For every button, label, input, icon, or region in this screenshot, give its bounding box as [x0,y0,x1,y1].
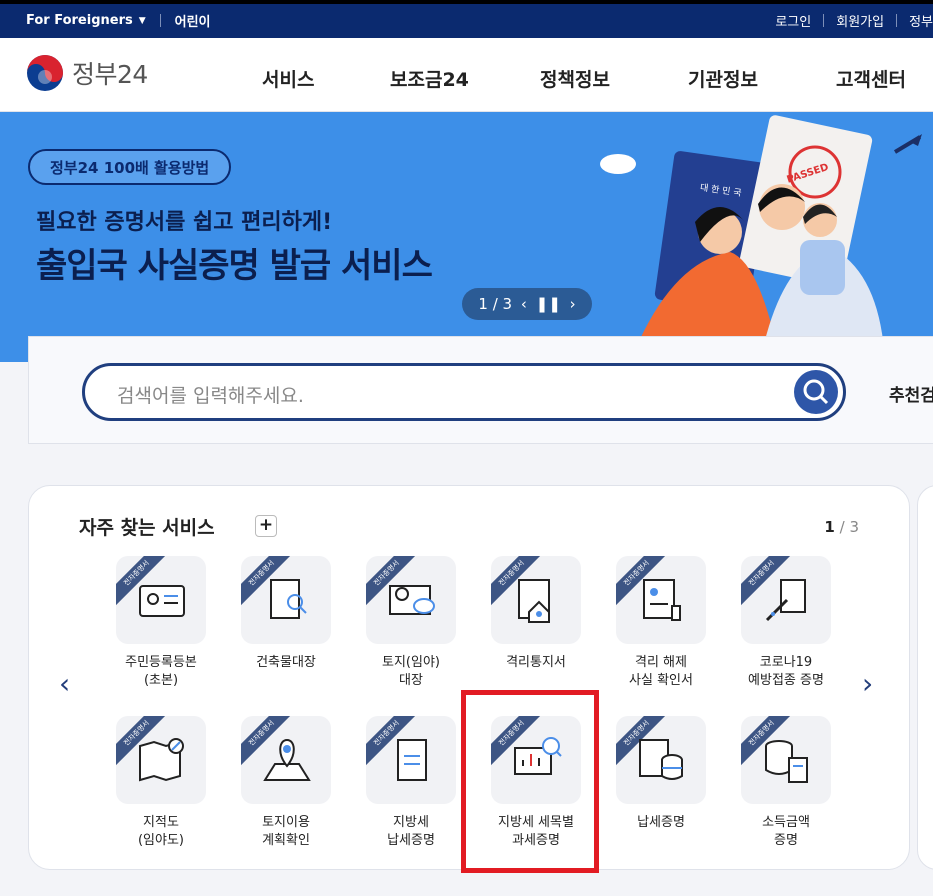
service-label: 납세증명 [387,833,435,848]
page-indicator: 1 / 3 [824,518,859,536]
next-panel-edge [917,485,933,870]
next-icon[interactable]: › [570,295,576,313]
more-link[interactable]: 정부 [909,11,933,30]
document-search-icon: 전자증명서 [241,556,331,644]
kids-link[interactable]: 어린이 [175,11,211,30]
search-icon [803,379,829,405]
family-travel-illustration: 대 한 민 국 PASSED [600,115,922,362]
pause-icon[interactable]: ❚❚ [536,295,561,313]
local-tax-icon: 전자증명서 [366,716,456,804]
service-item[interactable]: 전자증명서 격리통지서 [475,556,597,672]
service-label: 격리 해제 [635,655,687,670]
service-label: 지적도 [143,815,179,830]
banner-subtitle: 필요한 증명서를 쉽고 편리하게! [36,210,333,235]
land-use-plan-icon: 전자증명서 [241,716,331,804]
nav-policy-info[interactable]: 정책정보 [540,65,610,92]
prev-icon[interactable]: ‹ [521,295,527,313]
signup-link[interactable]: 회원가입 [836,11,884,30]
main-header: 정부24 서비스 보조금24 정책정보 기관정보 고객센터 [0,38,933,112]
service-label: 건축물대장 [256,655,316,670]
search-section: 검색어를 입력해주세요. 추천검 [28,336,933,444]
service-item[interactable]: 전자증명서 코로나19 예방접종 증명 [725,556,847,690]
service-item[interactable]: 전자증명서 토지이용계획확인 [225,716,347,850]
divider [896,14,898,27]
service-label: (초본) [143,673,179,688]
divider [823,14,825,27]
quarantine-notice-icon: 전자증명서 [491,556,581,644]
id-card-icon: 전자증명서 [116,556,206,644]
service-item[interactable]: 전자증명서 지적도 (임야도) [100,716,222,850]
service-item[interactable]: 전자증명서 소득금액증명 [725,716,847,850]
pager-count: 1 / 3 [478,295,513,313]
income-certificate-icon: 전자증명서 [741,716,831,804]
service-label: (임야도) [137,833,185,848]
service-label: 토지(임야) [382,655,440,670]
service-label: 소득금액 [762,815,810,830]
service-label: 토지이용 [262,815,310,830]
service-item[interactable]: 전자증명서 토지(임야) 대장 [350,556,472,690]
land-map-icon: 전자증명서 [366,556,456,644]
recommended-search-label[interactable]: 추천검 [889,381,933,406]
service-label: 예방접종 증명 [748,673,824,688]
service-label: 증명 [774,833,798,848]
vaccine-certificate-icon: 전자증명서 [741,556,831,644]
prev-arrow-icon[interactable]: ‹ [59,667,70,700]
service-label: 사실 확인서 [629,673,693,688]
banner-title: 출입국 사실증명 발급 서비스 [36,246,433,286]
site-logo[interactable]: 정부24 [26,54,148,92]
cadastral-map-icon: 전자증명서 [116,716,206,804]
banner-pager: 1 / 3 ‹ ❚❚ › [462,288,592,320]
highlight-box [461,690,599,873]
taegeuk-icon [27,55,63,91]
service-item[interactable]: 전자증명서 주민등록등본 (초본) [100,556,222,690]
quarantine-release-icon: 전자증명서 [616,556,706,644]
next-arrow-icon[interactable]: › [862,667,873,700]
search-placeholder: 검색어를 입력해주세요. [117,385,304,407]
service-label: 코로나19 [759,655,813,670]
logo-text: 정부24 [72,60,148,89]
top-utility-bar: For Foreigners ▼ 어린이 로그인 회원가입 정부 [0,0,933,38]
page-total: 3 [849,518,859,536]
service-item[interactable]: 전자증명서 납세증명 [600,716,722,832]
service-label: 주민등록등본 [125,655,197,670]
service-item[interactable]: 전자증명서 지방세납세증명 [350,716,472,850]
nav-customer-center[interactable]: 고객센터 [836,65,906,92]
service-item[interactable]: 전자증명서 건축물대장 [225,556,347,672]
divider [159,14,161,27]
chevron-down-icon[interactable]: ▼ [139,16,146,26]
service-label: 계획확인 [262,833,310,848]
service-item[interactable]: 전자증명서 격리 해제사실 확인서 [600,556,722,690]
login-link[interactable]: 로그인 [775,11,811,30]
tax-payment-icon: 전자증명서 [616,716,706,804]
nav-agency-info[interactable]: 기관정보 [688,65,758,92]
nav-subsidy24[interactable]: 보조금24 [390,65,469,92]
guide-pill-button[interactable]: 정부24 100배 활용방법 [28,149,232,185]
nav-services[interactable]: 서비스 [262,65,314,92]
page-separator: / [839,518,845,536]
section-title: 자주 찾는 서비스 [79,517,215,539]
search-input[interactable]: 검색어를 입력해주세요. [82,363,846,421]
page-current: 1 [824,518,835,536]
search-button[interactable] [794,370,838,414]
service-label: 납세증명 [637,815,685,830]
service-label: 지방세 [393,815,429,830]
service-label: 대장 [399,673,423,688]
service-label: 격리통지서 [506,655,566,670]
hero-banner[interactable]: 정부24 100배 활용방법 필요한 증명서를 쉽고 편리하게! 출입국 사실증… [0,112,933,362]
for-foreigners-link[interactable]: For Foreigners [26,13,133,28]
add-button[interactable]: + [255,515,277,537]
